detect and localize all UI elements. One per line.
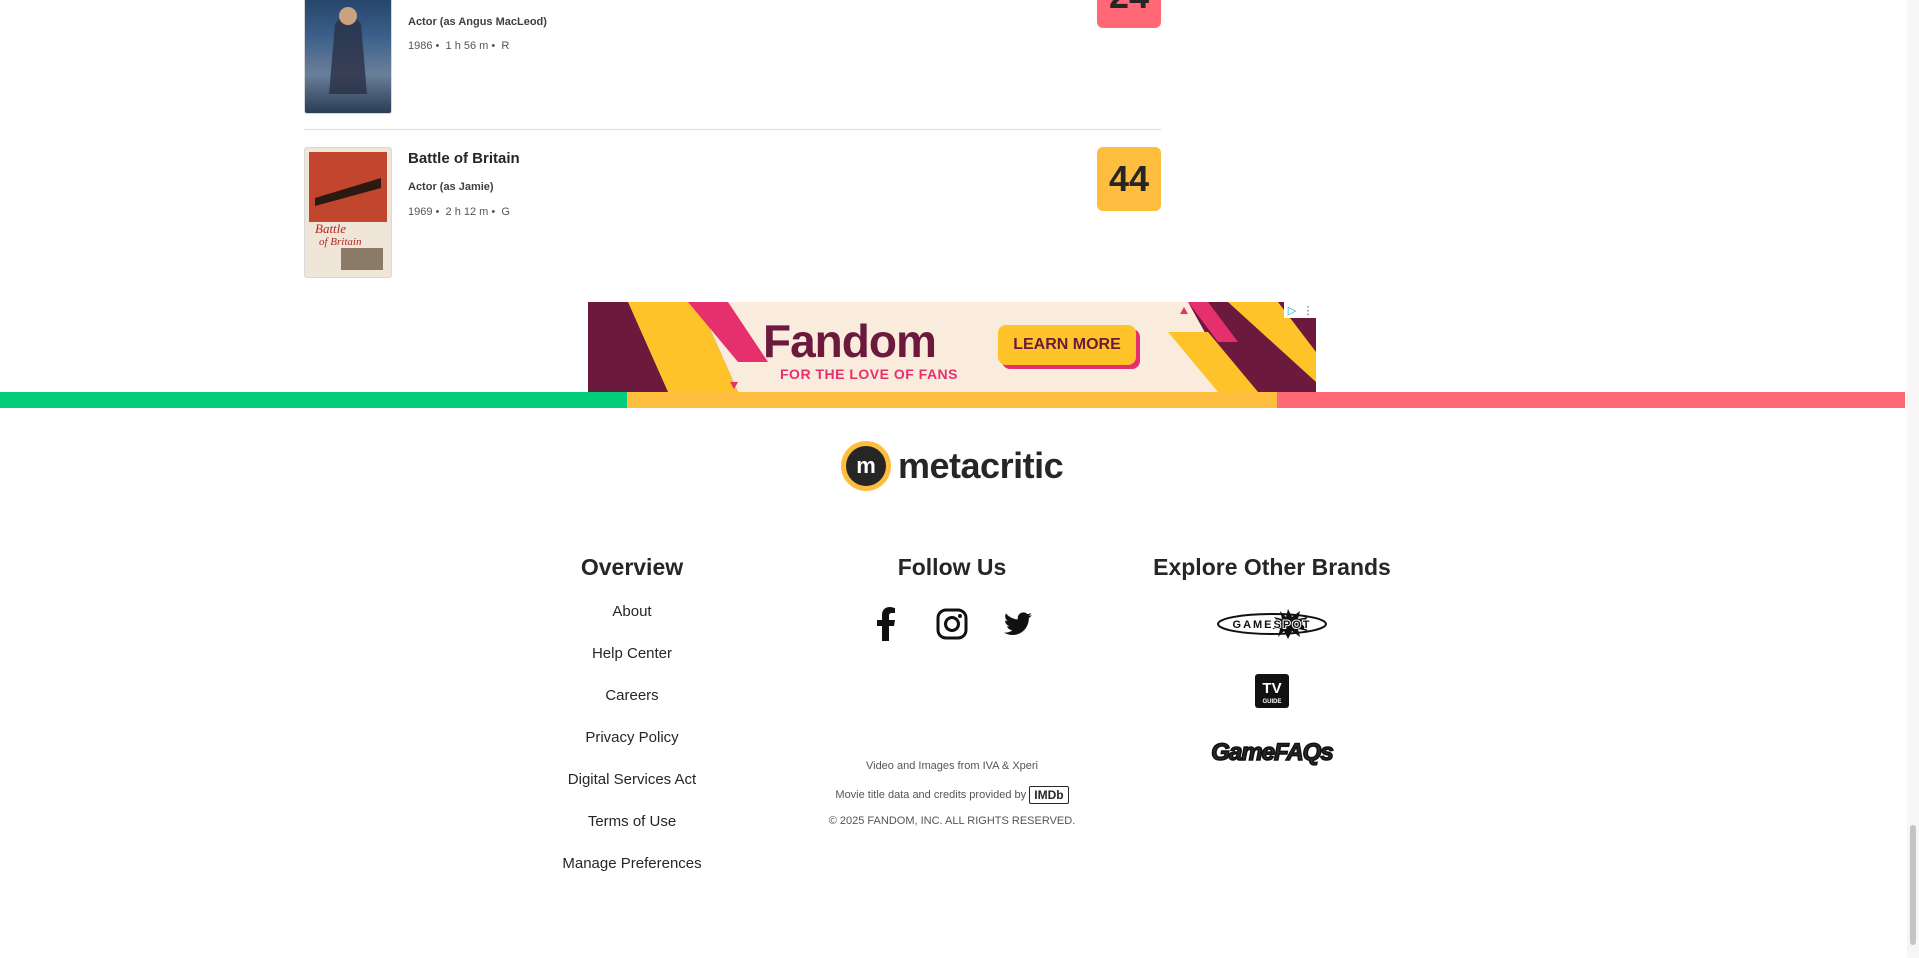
svg-text:TV: TV (1262, 680, 1281, 697)
movie-runtime: 2 h 12 m (445, 206, 489, 218)
footer-link-careers[interactable]: Careers (532, 687, 732, 704)
ad-learn-more-button[interactable]: LEARN MORE (998, 325, 1136, 365)
svg-text:Battle: Battle (315, 221, 346, 236)
credit-row[interactable]: Battle of Britain Battle of Britain Acto… (304, 147, 1161, 278)
movie-role: Actor (as Jamie) (408, 181, 494, 193)
movie-poster[interactable] (304, 0, 392, 114)
twitter-icon[interactable] (998, 604, 1038, 644)
footer-link-digital-services-act[interactable]: Digital Services Act (532, 771, 732, 788)
movie-rating: G (501, 206, 510, 218)
svg-text:of Britain: of Britain (319, 236, 362, 248)
movie-meta: 1986 • 1 h 56 m • R (408, 40, 510, 52)
footer-link-terms-of-use[interactable]: Terms of Use (532, 813, 732, 830)
svg-text:GAMESPOT: GAMESPOT (1233, 619, 1312, 631)
ad-tagline: FOR THE LOVE OF FANS (780, 366, 959, 382)
tv-guide-logo[interactable]: TV GUIDE (1254, 673, 1290, 709)
scrollbar-thumb[interactable] (1910, 825, 1916, 945)
metascore-badge[interactable]: 24 (1097, 0, 1161, 28)
gamespot-logo[interactable]: GAMESPOT (1212, 606, 1332, 642)
movie-year: 1986 (408, 40, 433, 52)
footer-follow: Follow Us (852, 554, 1052, 581)
metacritic-logo[interactable]: m metacritic (841, 441, 1064, 491)
svg-text:GUIDE: GUIDE (1262, 699, 1281, 705)
footer-brands: Explore Other Brands (1122, 554, 1422, 581)
fandom-ad-banner[interactable]: Fandom FOR THE LOVE OF FANS LEARN MORE ▷… (588, 302, 1316, 392)
svg-text:GameFAQs: GameFAQs (1211, 739, 1333, 766)
gamefaqs-logo[interactable]: GameFAQs GameFAQs (1196, 734, 1348, 770)
metacritic-wordmark: metacritic (898, 445, 1064, 486)
follow-heading: Follow Us (897, 554, 1007, 580)
movie-year: 1969 (408, 206, 433, 218)
facebook-icon[interactable] (866, 604, 906, 644)
metascore-badge[interactable]: 44 (1097, 147, 1161, 211)
instagram-icon[interactable] (932, 604, 972, 644)
copyright: © 2025 FANDOM, INC. ALL RIGHTS RESERVED. (828, 815, 1076, 827)
social-links (866, 604, 1038, 644)
footer-link-about[interactable]: About (532, 603, 732, 620)
brands-heading: Explore Other Brands (1153, 554, 1391, 580)
ad-brand: Fandom (763, 315, 937, 367)
footer-link-privacy-policy[interactable]: Privacy Policy (532, 729, 732, 746)
credit-row[interactable]: Actor (as Angus MacLeod) 1986 • 1 h 56 m… (304, 0, 1161, 114)
movie-poster[interactable]: Battle of Britain (304, 147, 392, 278)
metacritic-logo-icon: m (841, 441, 891, 491)
stripe-green (0, 392, 627, 408)
imdb-logo[interactable]: IMDb (1029, 786, 1069, 804)
movie-meta: 1969 • 2 h 12 m • G (408, 206, 510, 218)
legal-data-text: Movie title data and credits provided by (835, 788, 1027, 801)
ad-choices[interactable]: ▷ ⋮ (1284, 302, 1316, 318)
stripe-red (1277, 392, 1905, 408)
overview-heading: Overview (580, 554, 684, 580)
movie-role: Actor (as Angus MacLeod) (408, 16, 547, 28)
legal-video-credit: Video and Images from IVA & Xperi (865, 760, 1039, 772)
page-scrollbar[interactable] (1907, 0, 1919, 958)
divider (304, 129, 1161, 130)
movie-rating: R (501, 40, 510, 52)
footer-link-manage-preferences[interactable]: Manage Preferences (532, 855, 732, 872)
footer-link-help-center[interactable]: Help Center (532, 645, 732, 662)
stripe-yellow (627, 392, 1277, 408)
adchoices-icon[interactable]: ▷ (1284, 302, 1300, 318)
movie-title[interactable]: Battle of Britain (408, 150, 520, 167)
movie-runtime: 1 h 56 m (445, 40, 489, 52)
legal-data-credit: Movie title data and credits provided by… (780, 786, 1124, 804)
footer-overview: Overview (532, 554, 732, 581)
ad-menu-icon[interactable]: ⋮ (1300, 302, 1316, 318)
